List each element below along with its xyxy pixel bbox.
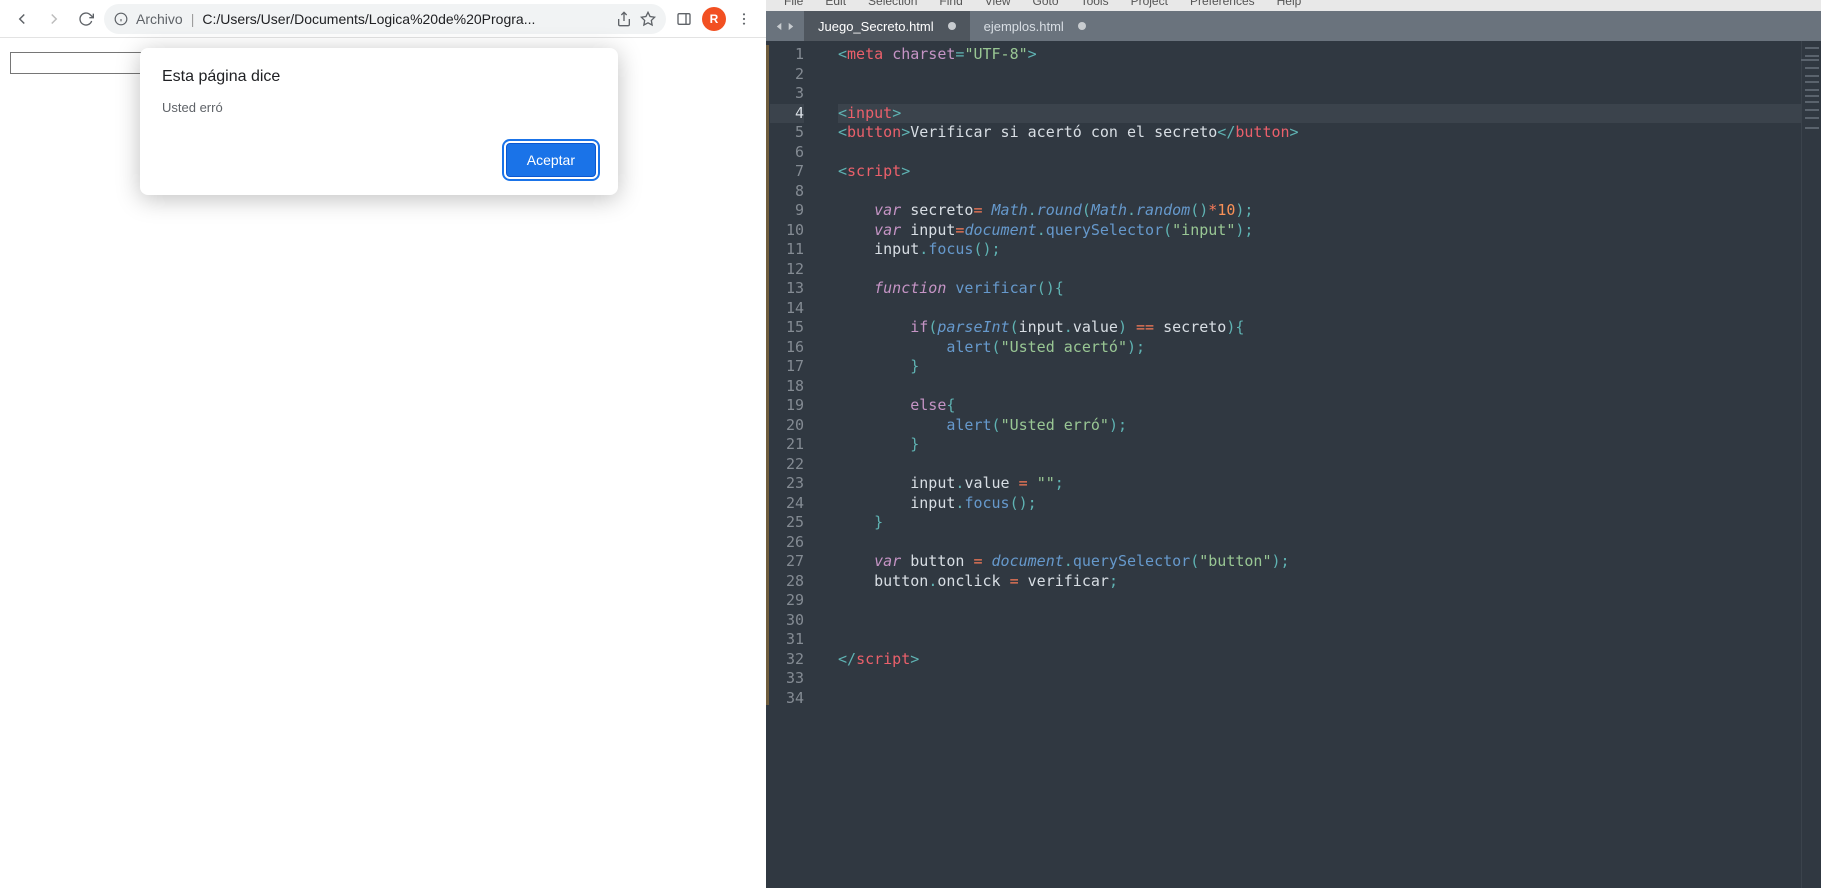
- menu-file[interactable]: File: [784, 0, 803, 8]
- kebab-menu-icon[interactable]: [730, 5, 758, 33]
- omnibox-url: C:/Users/User/Documents/Logica%20de%20Pr…: [202, 11, 608, 27]
- code-area[interactable]: <meta charset="UTF-8"> <input><button>Ve…: [826, 41, 1801, 888]
- accept-button[interactable]: Aceptar: [506, 143, 596, 177]
- menu-goto[interactable]: Goto: [1033, 0, 1059, 8]
- menu-selection[interactable]: Selection: [868, 0, 917, 8]
- address-bar[interactable]: Archivo | C:/Users/User/Documents/Logica…: [104, 4, 666, 34]
- back-button[interactable]: [8, 5, 36, 33]
- minimap[interactable]: [1801, 41, 1821, 888]
- dialog-message: Usted erró: [162, 100, 596, 115]
- dirty-dot-icon: [1078, 22, 1086, 30]
- share-icon[interactable]: [616, 11, 632, 27]
- menu-view[interactable]: View: [985, 0, 1011, 8]
- forward-button[interactable]: [40, 5, 68, 33]
- dialog-title: Esta página dice: [162, 68, 596, 86]
- menu-project[interactable]: Project: [1131, 0, 1168, 8]
- panel-icon[interactable]: [670, 5, 698, 33]
- menu-edit[interactable]: Edit: [825, 0, 846, 8]
- menu-help[interactable]: Help: [1277, 0, 1302, 8]
- bookmark-star-icon[interactable]: [640, 11, 656, 27]
- profile-avatar[interactable]: R: [702, 7, 726, 31]
- code-editor[interactable]: 1234567891011121314151617181920212223242…: [766, 41, 1821, 888]
- chrome-window: Archivo | C:/Users/User/Documents/Logica…: [0, 0, 766, 888]
- tab-history-nav[interactable]: [766, 11, 804, 41]
- alert-dialog: Esta página dice Usted erró Aceptar: [140, 48, 618, 195]
- editor-window: File Edit Selection Find View Goto Tools Projec…: [766, 0, 1821, 888]
- chrome-toolbar: Archivo | C:/Users/User/Documents/Logica…: [0, 0, 766, 38]
- dirty-dot-icon: [948, 22, 956, 30]
- fold-column: [812, 41, 826, 888]
- tab-juego_secreto-html[interactable]: Juego_Secreto.html: [804, 11, 970, 41]
- git-marks: [766, 41, 770, 888]
- editor-tabbar: Juego_Secreto.htmlejemplos.html: [766, 11, 1821, 41]
- tab-ejemplos-html[interactable]: ejemplos.html: [970, 11, 1100, 41]
- menu-find[interactable]: Find: [939, 0, 962, 8]
- reload-button[interactable]: [72, 5, 100, 33]
- editor-menubar[interactable]: File Edit Selection Find View Goto Tools Projec…: [766, 0, 1821, 11]
- line-gutter: 1234567891011121314151617181920212223242…: [770, 41, 812, 888]
- omnibox-label: Archivo: [136, 11, 183, 27]
- menu-tools[interactable]: Tools: [1081, 0, 1109, 8]
- info-icon: [114, 12, 128, 26]
- menu-preferences[interactable]: Preferences: [1190, 0, 1255, 8]
